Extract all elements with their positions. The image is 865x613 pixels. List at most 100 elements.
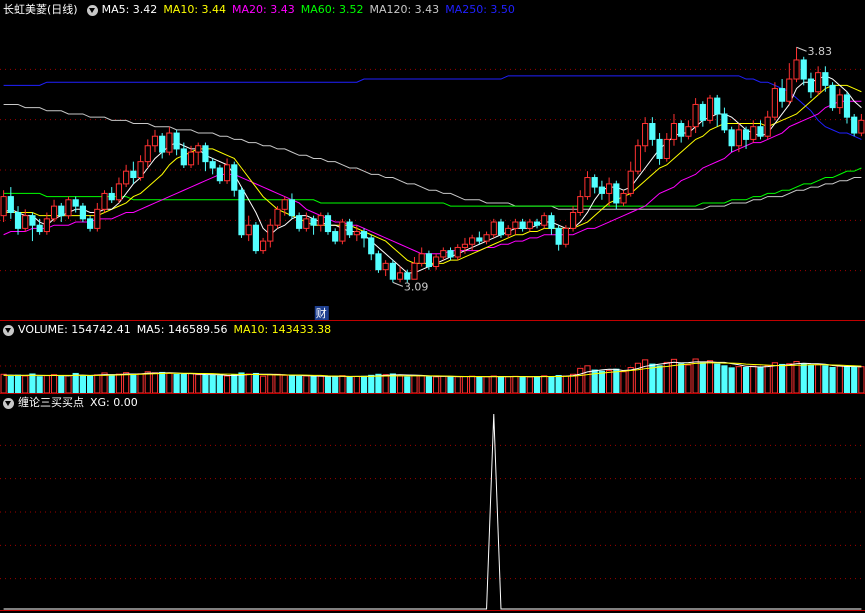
candle-body xyxy=(642,123,649,147)
volume-bar xyxy=(483,376,490,393)
candle-body xyxy=(22,215,29,229)
price-chart[interactable]: 3.83 3.09 财 xyxy=(0,19,865,321)
volume-chart[interactable] xyxy=(0,339,865,393)
volume-bar xyxy=(317,375,324,393)
candle-body xyxy=(296,215,303,229)
candle-body xyxy=(101,192,108,210)
candle-body xyxy=(332,231,339,242)
volume-bar xyxy=(22,375,29,393)
candle-body xyxy=(606,183,613,194)
candle-body xyxy=(497,221,505,236)
dropdown-circle-icon[interactable] xyxy=(3,324,14,336)
candle-body xyxy=(533,221,541,226)
candle-body xyxy=(685,126,692,137)
candle-body xyxy=(310,218,317,226)
candle-body xyxy=(252,224,259,252)
volume-bar xyxy=(735,366,742,393)
candle-body xyxy=(613,183,620,204)
candle-body xyxy=(360,231,368,239)
volume-bar xyxy=(123,372,130,393)
volume-bar xyxy=(231,374,238,393)
volume-bar xyxy=(750,365,757,393)
candle-body xyxy=(461,243,469,248)
volume-bar xyxy=(353,376,360,393)
volume-bar xyxy=(627,367,634,393)
candle-body xyxy=(159,135,166,153)
candle-body xyxy=(843,94,851,118)
candle-body xyxy=(454,246,461,258)
volume-bar xyxy=(771,362,778,393)
volume-bar xyxy=(843,365,851,393)
volume-bar xyxy=(793,361,800,393)
candle-body xyxy=(562,227,569,245)
candle-body xyxy=(317,215,324,226)
candle-body xyxy=(368,237,375,255)
volume-bar xyxy=(324,376,332,393)
event-badge-label: 财 xyxy=(316,306,327,320)
dropdown-circle-icon[interactable] xyxy=(86,4,98,16)
candle-body xyxy=(396,272,404,280)
candle-body xyxy=(36,224,43,233)
volume-bar xyxy=(829,367,836,393)
indicator-name: 缠论三买买点 xyxy=(18,396,84,409)
volume-bar xyxy=(858,366,865,393)
volume-bar xyxy=(562,375,569,393)
volume-bar xyxy=(815,364,822,393)
volume-bar xyxy=(533,376,541,393)
candle-body xyxy=(353,231,360,236)
candle-body xyxy=(14,211,22,229)
volume-bar xyxy=(43,375,50,393)
candle-body xyxy=(800,59,807,80)
volume-bar xyxy=(180,373,187,393)
candle-body xyxy=(526,221,533,229)
candle-body xyxy=(223,164,231,182)
volume-bar xyxy=(187,373,195,393)
indicator-xg: XG: 0.00 xyxy=(90,396,138,409)
candle-body xyxy=(123,170,130,185)
volume-bar xyxy=(692,358,699,393)
legend-ma20: MA20: 3.43 xyxy=(232,3,295,16)
candle-body xyxy=(750,126,757,140)
volume-bar xyxy=(58,376,65,393)
candle-body xyxy=(714,97,721,115)
volume-bar xyxy=(360,375,368,393)
volume-bar xyxy=(613,368,620,393)
legend-ma60: MA60: 3.52 xyxy=(300,3,364,16)
candle-body xyxy=(663,138,670,159)
candle-body xyxy=(757,126,764,137)
candle-body xyxy=(555,227,562,245)
volume-bar xyxy=(14,374,22,393)
candle-body xyxy=(79,205,86,220)
volume-bar xyxy=(433,376,440,393)
volume-bar xyxy=(245,373,252,393)
legend-ma120: MA120: 3.43 xyxy=(369,3,440,16)
indicator-legend: 缠论三买买点 XG: 0.00 xyxy=(0,394,144,412)
candle-body xyxy=(670,123,678,140)
volume-bar xyxy=(670,358,678,393)
indicator-chart[interactable] xyxy=(0,412,865,612)
volume-bar xyxy=(425,376,432,393)
candle-body xyxy=(115,183,123,201)
volume-bar xyxy=(130,374,137,393)
volume-bar xyxy=(159,371,166,393)
volume-bar xyxy=(0,373,7,393)
candle-body xyxy=(274,208,281,226)
candle-body xyxy=(620,192,627,204)
dropdown-circle-icon[interactable] xyxy=(3,397,14,409)
candle-body xyxy=(569,211,577,229)
volume-bar xyxy=(469,375,476,393)
candle-body xyxy=(418,253,425,264)
volume-bar xyxy=(332,375,339,393)
candle-body xyxy=(829,84,836,109)
volume-bar xyxy=(505,376,512,393)
volume-bar xyxy=(223,375,231,393)
candle-body xyxy=(238,189,245,236)
volume-bar xyxy=(101,372,108,393)
volume-bar xyxy=(252,372,259,393)
candle-body xyxy=(735,129,742,147)
candle-body xyxy=(483,234,490,242)
candle-body xyxy=(678,123,685,137)
candle-body xyxy=(764,116,771,137)
high-label: 3.83 xyxy=(808,45,833,58)
candle-body xyxy=(65,199,72,217)
